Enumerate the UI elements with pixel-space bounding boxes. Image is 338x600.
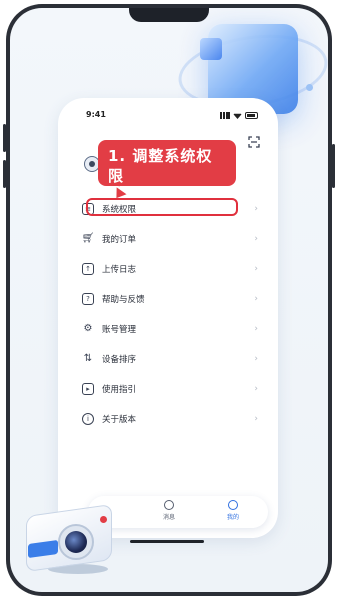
menu-item-guide[interactable]: ▸ 使用指引 › (82, 374, 258, 404)
chevron-right-icon: › (254, 354, 258, 364)
menu-item-label: 使用指引 (102, 385, 137, 395)
menu-item-device-sort[interactable]: ⇅ 设备排序 › (82, 344, 258, 374)
profile-icon (228, 500, 238, 510)
chat-icon (164, 500, 174, 510)
notch (129, 8, 209, 22)
cart-icon: 🛒︎ (81, 233, 95, 244)
menu-item-label: 关于版本 (102, 415, 137, 425)
signal-icon (220, 112, 230, 119)
chevron-right-icon: › (254, 204, 258, 214)
camera-lens (65, 531, 87, 553)
info-icon: i (82, 413, 94, 425)
sort-icon: ⇅ (83, 353, 93, 364)
chevron-right-icon: › (254, 294, 258, 304)
status-bar: 9:41 (58, 110, 278, 124)
status-time: 9:41 (86, 110, 106, 119)
chevron-right-icon: › (254, 414, 258, 424)
menu-item-upload-log[interactable]: ↑ 上传日志 › (82, 254, 258, 284)
power-button (332, 144, 335, 188)
camera-indicator-light (100, 516, 107, 523)
chevron-right-icon: › (254, 324, 258, 334)
menu-item-label: 我的订单 (102, 235, 137, 245)
dot-decoration (306, 84, 313, 91)
tab-label: 消息 (162, 514, 175, 521)
tab-profile[interactable]: 我的 (218, 500, 248, 521)
tab-messages[interactable]: 消息 (154, 500, 184, 521)
status-icons (220, 112, 258, 119)
menu-item-label: 设备排序 (102, 355, 137, 365)
menu-item-label: 上传日志 (102, 265, 137, 275)
callout-annotation: 1. 调整系统权限 (98, 140, 236, 186)
menu-item-my-orders[interactable]: 🛒︎ 我的订单 › (82, 224, 258, 254)
home-indicator (130, 540, 204, 543)
chevron-right-icon: › (254, 384, 258, 394)
wifi-icon (233, 113, 242, 119)
volume-up-button (3, 124, 6, 152)
menu-item-account[interactable]: ⚙ 账号管理 › (82, 314, 258, 344)
volume-down-button (3, 160, 6, 188)
help-icon: ? (82, 293, 94, 305)
battery-icon (245, 112, 258, 119)
small-cube-decoration (200, 38, 222, 60)
user-gear-icon: ⚙ (83, 323, 93, 334)
settings-menu: ≡ 系统权限 › 🛒︎ 我的订单 › ↑ 上传日志 › ? 帮助与反馈 › ⚙ … (82, 194, 258, 434)
scan-icon[interactable] (248, 136, 260, 148)
chevron-right-icon: › (254, 234, 258, 244)
menu-item-help-feedback[interactable]: ? 帮助与反馈 › (82, 284, 258, 314)
chevron-right-icon: › (254, 264, 258, 274)
play-icon: ▸ (82, 383, 94, 395)
upload-icon: ↑ (82, 263, 94, 275)
menu-item-about[interactable]: i 关于版本 › (82, 404, 258, 434)
camera-illustration (18, 502, 116, 574)
highlight-box (86, 198, 238, 216)
menu-item-label: 帮助与反馈 (102, 295, 145, 305)
tab-label: 我的 (226, 514, 239, 521)
menu-item-label: 账号管理 (102, 325, 137, 335)
